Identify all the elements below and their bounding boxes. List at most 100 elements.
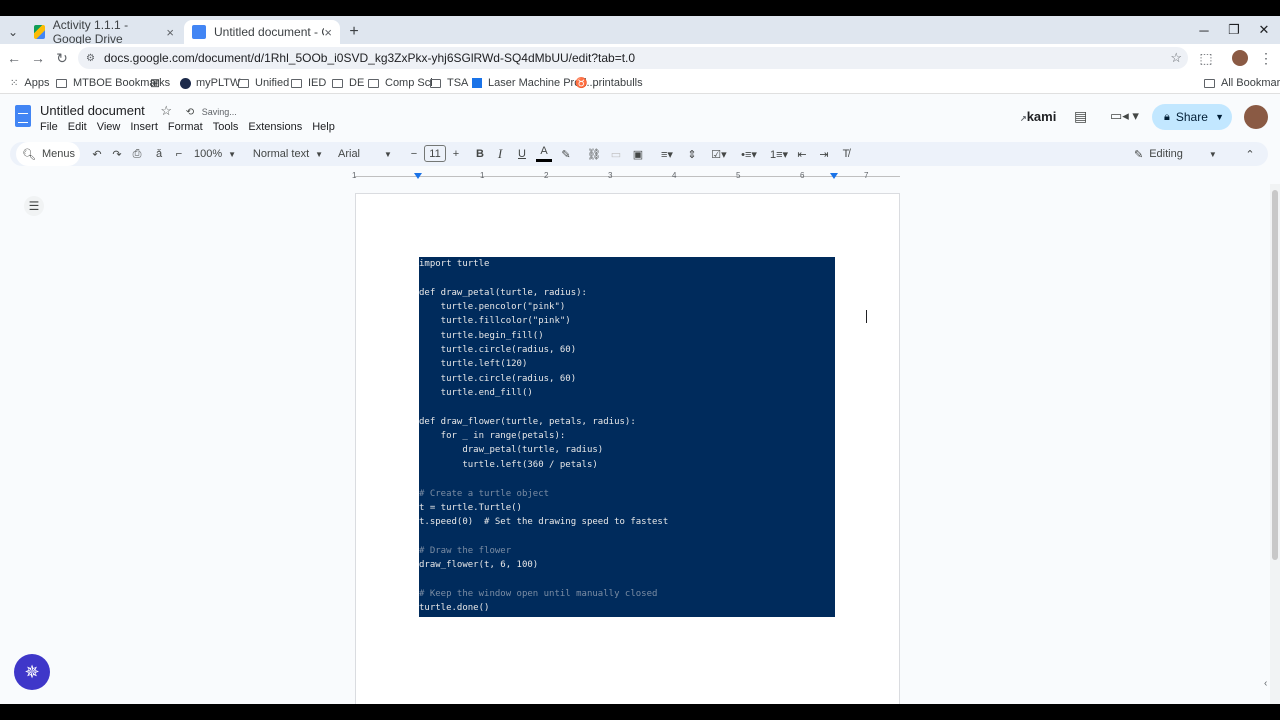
menu-help[interactable]: Help: [312, 121, 335, 133]
site-info-icon[interactable]: ⚙: [86, 53, 95, 64]
tab-list-button[interactable]: ⌄: [4, 20, 22, 44]
bookmark-grid[interactable]: ⊞: [150, 75, 160, 91]
back-button[interactable]: ←: [2, 44, 26, 72]
chevron-down-icon: ▼: [315, 149, 324, 159]
meet-icon[interactable]: ▭◂ ▾: [1110, 108, 1139, 124]
grid-icon: ⊞: [150, 76, 161, 90]
bookmark-unified[interactable]: Unified: [238, 75, 289, 91]
zoom-select[interactable]: 100% ▼: [192, 142, 238, 166]
window-close-button[interactable]: ✕: [1248, 16, 1280, 44]
bookmark-printabulls[interactable]: ♉ printabulls: [575, 75, 643, 91]
menu-extensions[interactable]: Extensions: [248, 121, 302, 133]
paint-format-icon[interactable]: ⌐: [170, 142, 188, 166]
search-icon: 🔍︎: [22, 148, 36, 161]
folder-icon: [368, 78, 379, 88]
kami-button[interactable]: ↗kami: [1020, 109, 1056, 124]
tab-untitled-document[interactable]: Untitled document - Google Do ×: [184, 20, 340, 44]
comment-icon[interactable]: ▭: [608, 142, 624, 166]
code-line: turtle.done(): [419, 603, 490, 614]
chevron-up-icon[interactable]: ⌃: [1242, 142, 1258, 166]
code-block[interactable]: import turtle def draw_petal(turtle, radi…: [419, 257, 835, 617]
align-icon[interactable]: ≡▾: [654, 142, 680, 166]
reload-button[interactable]: ↻: [50, 44, 74, 72]
ruler-number: 5: [736, 171, 741, 180]
share-button[interactable]: 🔒︎ Share ▼: [1152, 104, 1232, 130]
spellcheck-icon[interactable]: ǎ: [150, 142, 168, 166]
code-line: turtle.left(360 / petals): [419, 459, 598, 470]
clear-formatting-icon[interactable]: T̸: [838, 142, 854, 166]
comments-icon[interactable]: ▤: [1074, 108, 1087, 125]
close-icon[interactable]: ×: [324, 25, 332, 40]
tab-google-drive[interactable]: Activity 1.1.1 - Google Drive ×: [26, 18, 182, 46]
text-color-icon[interactable]: A: [536, 142, 552, 162]
side-panel-toggle-icon[interactable]: ‹: [1264, 678, 1267, 689]
save-status: Saving...: [201, 107, 237, 117]
underline-icon[interactable]: U: [514, 142, 530, 166]
bookmark-tsa[interactable]: TSA: [430, 75, 468, 91]
line-spacing-icon[interactable]: ⇕: [684, 142, 700, 166]
menu-format[interactable]: Format: [168, 121, 203, 133]
menu-tools[interactable]: Tools: [213, 121, 239, 133]
extensions-icon[interactable]: ⬚: [1194, 44, 1218, 72]
kami-floating-button[interactable]: ✵: [14, 654, 50, 690]
undo-icon[interactable]: ↶: [88, 142, 106, 166]
tab-title: Activity 1.1.1 - Google Drive: [52, 18, 129, 46]
menu-file[interactable]: File: [40, 121, 58, 133]
bookmark-de[interactable]: DE: [332, 75, 364, 91]
checklist-icon[interactable]: ☑▾: [706, 142, 732, 166]
star-icon[interactable]: ☆: [160, 103, 172, 118]
font-size-input[interactable]: 11: [424, 145, 446, 162]
profile-avatar[interactable]: [1228, 44, 1252, 72]
bookmark-comp-sci[interactable]: Comp Sci: [368, 75, 433, 91]
image-icon[interactable]: ▣: [630, 142, 646, 166]
numbered-list-icon[interactable]: 1≡▾: [766, 142, 792, 166]
code-line: t.speed(0) # Set the drawing speed to fa…: [419, 517, 669, 528]
lock-icon: 🔒︎: [1164, 110, 1170, 123]
mode-select[interactable]: ✎ Editing ▼: [1134, 142, 1230, 166]
decrease-font-icon[interactable]: −: [406, 142, 422, 166]
document-outline-icon[interactable]: ☰: [24, 196, 44, 216]
all-bookmarks[interactable]: All Bookmarks: [1204, 75, 1280, 91]
avatar[interactable]: [1244, 105, 1268, 129]
text-cursor: [866, 310, 870, 323]
minimize-button[interactable]: ─: [1188, 16, 1220, 44]
bulleted-list-icon[interactable]: •≡▾: [736, 142, 762, 166]
bookmark-ied[interactable]: IED: [291, 75, 326, 91]
menu-edit[interactable]: Edit: [68, 121, 87, 133]
link-icon[interactable]: ⛓: [586, 142, 602, 166]
print-icon[interactable]: ⎙: [128, 142, 146, 166]
scrollbar-thumb[interactable]: [1272, 190, 1278, 560]
left-indent-marker[interactable]: [414, 173, 422, 179]
document-title[interactable]: Untitled document ☆ ⟲ Saving...: [40, 103, 237, 119]
menu-view[interactable]: View: [97, 121, 121, 133]
bookmark-apps[interactable]: ⁙ Apps: [10, 75, 49, 91]
redo-icon[interactable]: ↷: [108, 142, 126, 166]
decrease-indent-icon[interactable]: ⇤: [794, 142, 810, 166]
browser-menu-button[interactable]: ⋮: [1254, 44, 1278, 72]
new-tab-button[interactable]: +: [344, 20, 364, 44]
forward-button[interactable]: →: [26, 44, 50, 72]
increase-indent-icon[interactable]: ⇥: [816, 142, 832, 166]
highlight-icon[interactable]: ✎: [558, 142, 574, 166]
url-bar[interactable]: ⚙ docs.google.com/document/d/1Rhl_5OOb_i…: [78, 47, 1188, 69]
bookmark-mypltw[interactable]: myPLTW: [180, 75, 240, 91]
chevron-down-icon[interactable]: ▼: [1215, 112, 1224, 122]
docs-home-icon[interactable]: [15, 105, 31, 127]
right-indent-marker[interactable]: [830, 173, 838, 179]
folder-icon: [1204, 78, 1215, 88]
ruler-number: 1: [480, 171, 485, 180]
close-icon[interactable]: ×: [166, 25, 174, 40]
star-icon[interactable]: ☆: [1170, 50, 1182, 66]
maximize-button[interactable]: ❐: [1218, 16, 1250, 44]
code-line: turtle.left(120): [419, 359, 528, 370]
font-select[interactable]: Arial ▼: [338, 142, 396, 166]
code-line: import turtle: [419, 259, 490, 269]
increase-font-icon[interactable]: +: [448, 142, 464, 166]
menu-insert[interactable]: Insert: [130, 121, 158, 133]
style-select[interactable]: Normal text ▼: [250, 142, 326, 166]
menus-search[interactable]: 🔍︎ Menus: [16, 142, 80, 166]
bold-icon[interactable]: B: [472, 142, 488, 166]
italic-icon[interactable]: I: [492, 142, 508, 166]
ruler-number: 2: [544, 171, 549, 180]
